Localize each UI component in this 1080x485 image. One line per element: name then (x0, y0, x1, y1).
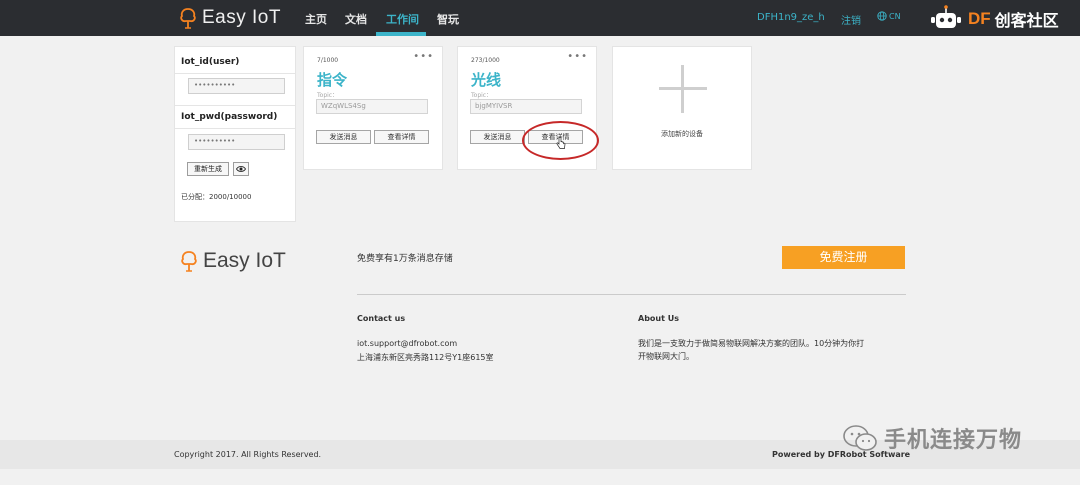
copyright-text: Copyright 2017. All Rights Reserved. (174, 450, 322, 459)
username-link[interactable]: DFH1n9_ze_h (757, 12, 825, 23)
message-count: 7/1000 (317, 57, 339, 64)
topic-field[interactable]: bjgMYIVSR (470, 99, 582, 114)
iot-pwd-label: Iot_pwd(password) (181, 112, 278, 122)
watermark-text: 手机连接万物 (884, 428, 1023, 453)
nav-workspace[interactable]: 工作间 (386, 11, 419, 27)
wechat-watermark: 手机连接万物 (842, 422, 1022, 454)
about-text-line1: 我们是一支致力于做简易物联网解决方案的团队。10分钟为你打 (638, 339, 865, 348)
eye-icon (235, 166, 247, 172)
contact-us-heading: Contact us (357, 314, 406, 323)
nav-smart-play[interactable]: 智玩 (437, 11, 459, 27)
regenerate-button[interactable]: 重新生成 (187, 162, 229, 176)
top-navbar: Easy IoT 主页 文档 工作间 智玩 DFH1n9_ze_h 注销 CN … (0, 0, 1080, 36)
nav-home[interactable]: 主页 (305, 11, 327, 27)
send-message-button[interactable]: 发送消息 (316, 130, 371, 144)
add-device-label: 添加新的设备 (661, 130, 703, 138)
nav-active-indicator (376, 32, 426, 36)
send-message-button[interactable]: 发送消息 (470, 130, 525, 144)
iot-id-label: Iot_id(user) (181, 57, 240, 67)
device-name: 指令 (317, 71, 348, 89)
robot-logo-icon (931, 5, 961, 28)
footer-logo-text: Easy IoT (203, 249, 286, 272)
df-community-brand: DF 创客社区 (928, 4, 1059, 34)
globe-icon (877, 11, 887, 21)
cloud-tree-logo-icon (181, 251, 197, 272)
brand-df: DF (968, 9, 991, 28)
topic-field[interactable]: WZqWLS4Sg (316, 99, 428, 114)
language-label: CN (889, 11, 901, 21)
message-count: 273/1000 (471, 57, 500, 64)
nav-docs[interactable]: 文档 (345, 11, 367, 27)
about-text-line2: 开物联网大门。 (638, 352, 694, 361)
footer-divider (357, 294, 906, 295)
device-name: 光线 (471, 71, 502, 89)
topic-label: Topic： (471, 92, 493, 99)
topic-label: Topic： (317, 92, 339, 99)
about-us-heading: About Us (638, 314, 679, 323)
free-register-button[interactable]: 免费注册 (782, 246, 905, 269)
iot-pwd-field[interactable]: •••••••••• (188, 134, 285, 150)
add-device-card[interactable]: 添加新的设备 (612, 46, 752, 170)
footer-logo: Easy IoT (180, 249, 286, 273)
logout-link[interactable]: 注销 (841, 12, 861, 27)
support-email[interactable]: iot.support@dfrobot.com (357, 339, 457, 348)
wechat-icon (843, 425, 877, 451)
cloud-tree-logo-icon (180, 8, 196, 29)
hand-cursor-icon (556, 137, 566, 149)
divider (175, 128, 295, 129)
view-details-button[interactable]: 查看详情 (374, 130, 429, 144)
credentials-panel: Iot_id(user) •••••••••• Iot_pwd(password… (174, 46, 296, 222)
plus-icon (659, 65, 707, 113)
logo[interactable]: Easy IoT (179, 7, 281, 29)
brand-community: 创客社区 (994, 11, 1059, 30)
logo-text: Easy IoT (202, 7, 281, 28)
divider (175, 105, 295, 106)
divider (175, 73, 295, 74)
device-card: 7/1000 ••• 指令 Topic： WZqWLS4Sg 发送消息 查看详情 (303, 46, 443, 170)
footer-slogan: 免费享有1万条消息存储 (357, 254, 453, 264)
iot-id-field[interactable]: •••••••••• (188, 78, 285, 94)
allocated-quota: 已分配：2000/10000 (181, 193, 252, 201)
language-switch[interactable]: CN (877, 11, 901, 21)
show-password-button[interactable] (233, 162, 249, 176)
company-address: 上海浦东新区亮秀路112号Y1座615室 (357, 353, 494, 362)
more-options-icon[interactable]: ••• (413, 51, 434, 62)
more-options-icon[interactable]: ••• (567, 51, 588, 62)
